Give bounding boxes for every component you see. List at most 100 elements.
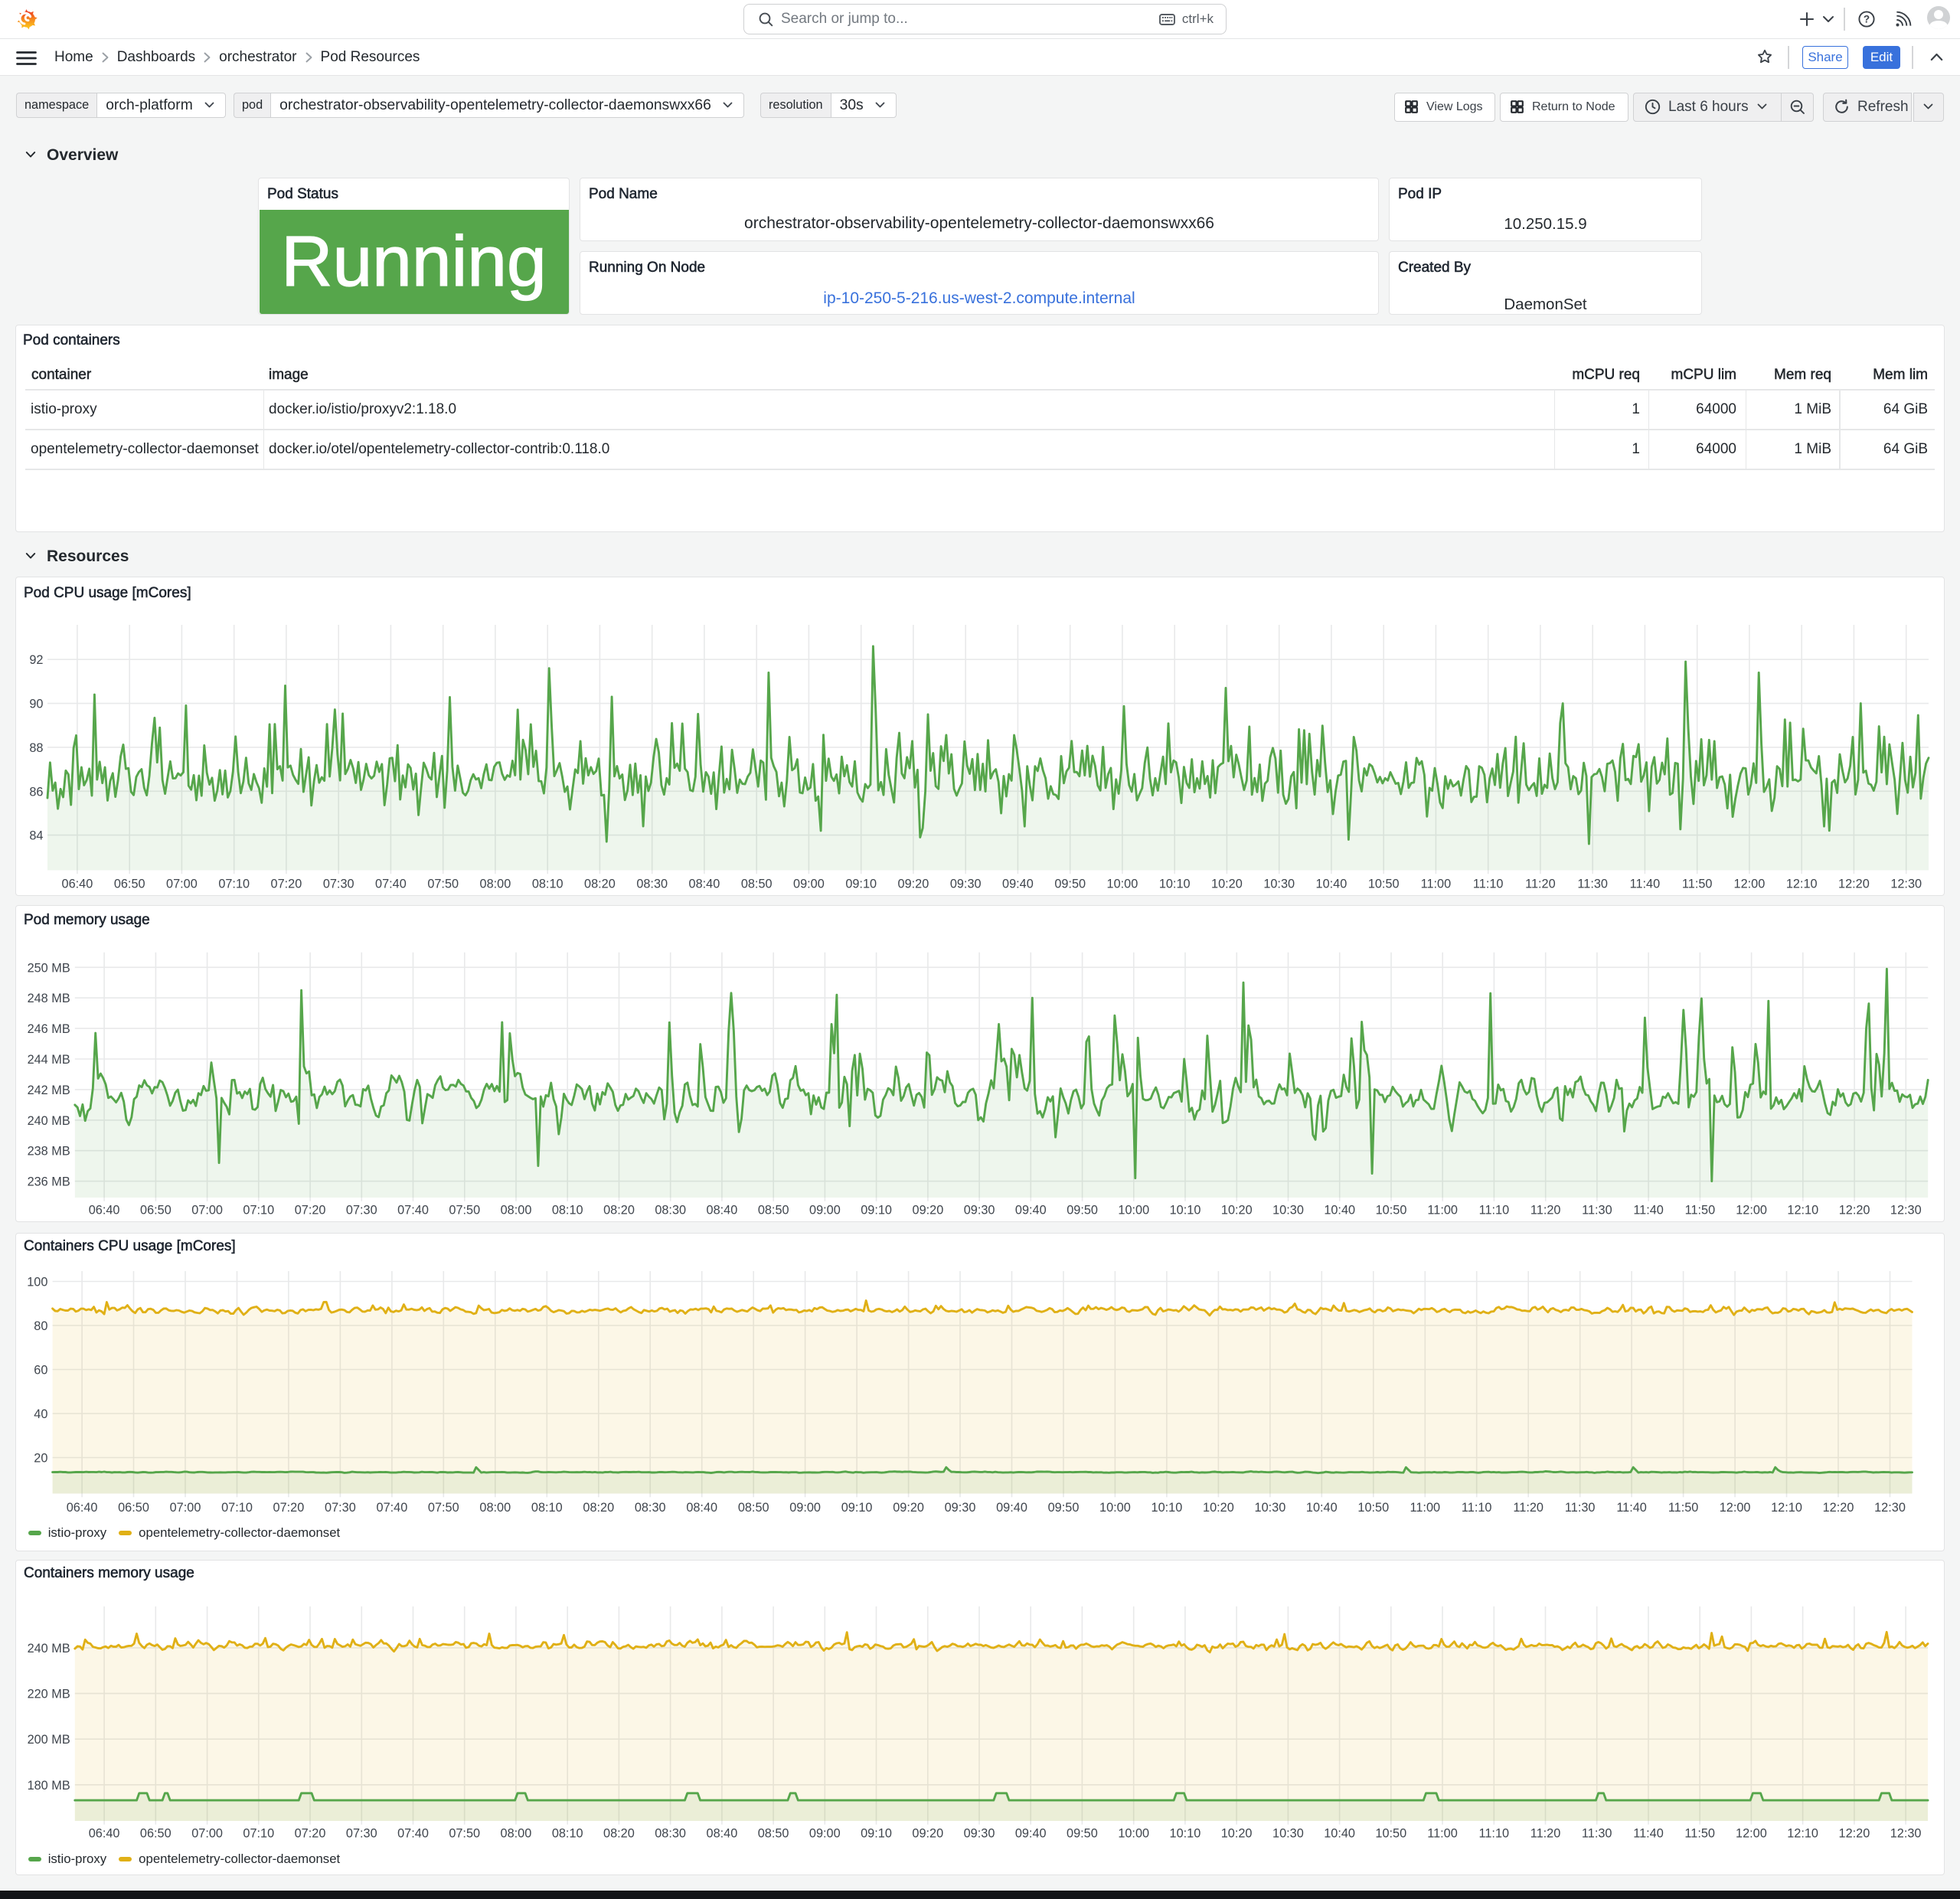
svg-text:08:40: 08:40 [707, 1826, 738, 1840]
svg-text:10:30: 10:30 [1263, 878, 1295, 891]
svg-text:09:30: 09:30 [964, 1826, 995, 1840]
svg-text:07:10: 07:10 [218, 878, 250, 891]
svg-text:90: 90 [29, 698, 43, 711]
svg-text:100: 100 [27, 1276, 47, 1289]
svg-text:80: 80 [34, 1319, 47, 1333]
svg-text:08:30: 08:30 [655, 1204, 686, 1218]
svg-text:09:20: 09:20 [898, 878, 929, 891]
svg-text:09:10: 09:10 [845, 878, 877, 891]
svg-text:07:00: 07:00 [170, 1501, 201, 1515]
svg-text:09:40: 09:40 [1015, 1826, 1047, 1840]
svg-text:11:00: 11:00 [1427, 1204, 1458, 1218]
svg-text:09:40: 09:40 [1002, 878, 1034, 891]
svg-text:11:40: 11:40 [1633, 1204, 1664, 1218]
svg-text:09:40: 09:40 [996, 1501, 1027, 1515]
svg-text:07:20: 07:20 [271, 878, 302, 891]
svg-text:11:10: 11:10 [1473, 878, 1504, 891]
svg-text:12:10: 12:10 [1786, 878, 1818, 891]
svg-text:12:30: 12:30 [1874, 1501, 1906, 1515]
svg-text:08:40: 08:40 [707, 1204, 738, 1218]
svg-text:08:00: 08:00 [501, 1826, 532, 1840]
svg-text:09:10: 09:10 [861, 1826, 892, 1840]
svg-text:08:20: 08:20 [603, 1204, 635, 1218]
svg-text:11:30: 11:30 [1582, 1204, 1612, 1218]
svg-text:11:40: 11:40 [1633, 1826, 1664, 1840]
svg-text:11:00: 11:00 [1421, 878, 1452, 891]
svg-text:08:10: 08:10 [532, 878, 564, 891]
svg-text:08:50: 08:50 [758, 1204, 789, 1218]
svg-text:08:10: 08:10 [552, 1826, 583, 1840]
svg-text:09:50: 09:50 [1067, 1204, 1098, 1218]
svg-text:09:50: 09:50 [1067, 1826, 1098, 1840]
svg-text:12:30: 12:30 [1890, 1826, 1922, 1840]
svg-text:07:20: 07:20 [273, 1501, 305, 1515]
svg-text:07:30: 07:30 [325, 1501, 356, 1515]
svg-text:11:00: 11:00 [1427, 1826, 1458, 1840]
svg-text:06:50: 06:50 [114, 878, 145, 891]
svg-text:08:10: 08:10 [531, 1501, 563, 1515]
svg-text:06:50: 06:50 [140, 1204, 172, 1218]
svg-text:09:50: 09:50 [1048, 1501, 1080, 1515]
svg-text:10:30: 10:30 [1255, 1501, 1286, 1515]
svg-text:240 MB: 240 MB [28, 1642, 70, 1655]
svg-text:20: 20 [34, 1452, 47, 1466]
svg-text:246 MB: 246 MB [28, 1022, 70, 1036]
svg-text:11:20: 11:20 [1513, 1501, 1544, 1515]
svg-text:11:10: 11:10 [1479, 1826, 1510, 1840]
svg-text:08:00: 08:00 [501, 1204, 532, 1218]
svg-text:06:40: 06:40 [89, 1204, 120, 1218]
svg-text:12:10: 12:10 [1787, 1826, 1818, 1840]
svg-text:10:50: 10:50 [1357, 1501, 1389, 1515]
svg-text:07:50: 07:50 [427, 878, 459, 891]
svg-text:200 MB: 200 MB [28, 1733, 70, 1747]
svg-text:09:50: 09:50 [1054, 878, 1086, 891]
svg-text:10:50: 10:50 [1368, 878, 1400, 891]
svg-text:10:40: 10:40 [1324, 1204, 1355, 1218]
svg-text:08:50: 08:50 [738, 1501, 769, 1515]
svg-text:07:40: 07:40 [377, 1501, 408, 1515]
svg-text:11:50: 11:50 [1685, 1204, 1716, 1218]
svg-text:84: 84 [29, 829, 43, 843]
svg-text:11:30: 11:30 [1577, 878, 1608, 891]
svg-text:11:10: 11:10 [1479, 1204, 1510, 1218]
svg-text:07:50: 07:50 [449, 1204, 480, 1218]
svg-text:09:00: 09:00 [809, 1826, 841, 1840]
svg-text:07:40: 07:40 [375, 878, 407, 891]
svg-text:242 MB: 242 MB [28, 1084, 70, 1097]
svg-text:10:10: 10:10 [1152, 1501, 1183, 1515]
svg-text:250 MB: 250 MB [28, 961, 70, 975]
svg-text:12:10: 12:10 [1787, 1204, 1818, 1218]
svg-text:11:50: 11:50 [1684, 1826, 1715, 1840]
svg-text:238 MB: 238 MB [28, 1145, 70, 1159]
svg-text:11:40: 11:40 [1630, 878, 1661, 891]
svg-text:12:20: 12:20 [1838, 878, 1870, 891]
svg-text:11:50: 11:50 [1682, 878, 1713, 891]
svg-text:07:00: 07:00 [191, 1204, 223, 1218]
svg-text:09:00: 09:00 [793, 878, 825, 891]
svg-text:09:00: 09:00 [809, 1204, 841, 1218]
svg-text:12:00: 12:00 [1720, 1501, 1751, 1515]
svg-text:10:30: 10:30 [1272, 1826, 1304, 1840]
svg-text:07:20: 07:20 [295, 1826, 326, 1840]
svg-text:06:50: 06:50 [118, 1501, 149, 1515]
svg-text:12:30: 12:30 [1890, 1204, 1922, 1218]
svg-text:12:20: 12:20 [1823, 1501, 1854, 1515]
svg-text:06:40: 06:40 [67, 1501, 98, 1515]
svg-text:09:20: 09:20 [912, 1826, 943, 1840]
svg-text:11:20: 11:20 [1530, 1826, 1561, 1840]
svg-text:12:20: 12:20 [1839, 1826, 1870, 1840]
svg-text:09:30: 09:30 [964, 1204, 995, 1218]
svg-text:11:30: 11:30 [1582, 1826, 1612, 1840]
svg-text:07:40: 07:40 [397, 1826, 429, 1840]
svg-text:10:20: 10:20 [1221, 1826, 1253, 1840]
svg-text:10:40: 10:40 [1324, 1826, 1355, 1840]
svg-text:07:30: 07:30 [346, 1204, 377, 1218]
svg-text:07:10: 07:10 [221, 1501, 253, 1515]
svg-text:08:00: 08:00 [479, 1501, 511, 1515]
svg-text:07:00: 07:00 [191, 1826, 223, 1840]
svg-text:08:40: 08:40 [686, 1501, 717, 1515]
svg-text:244 MB: 244 MB [28, 1053, 70, 1067]
svg-text:09:00: 09:00 [789, 1501, 821, 1515]
svg-text:09:10: 09:10 [841, 1501, 873, 1515]
svg-text:11:30: 11:30 [1565, 1501, 1596, 1515]
